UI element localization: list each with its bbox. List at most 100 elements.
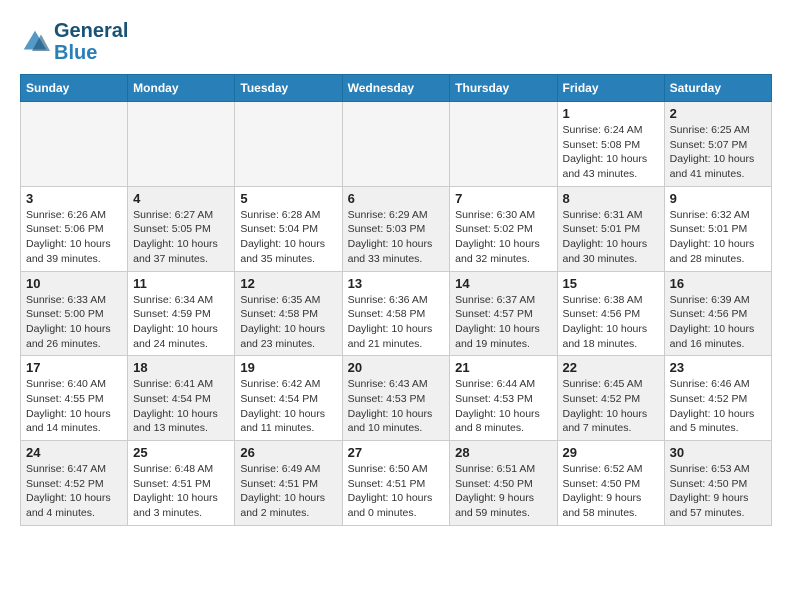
calendar-cell: 4 Sunrise: 6:27 AM Sunset: 5:05 PM Daylig… (128, 186, 235, 271)
day-number: 21 (455, 360, 551, 375)
day-number: 1 (563, 106, 659, 121)
weekday-header-friday: Friday (557, 75, 664, 102)
day-info: Sunrise: 6:43 AM Sunset: 4:53 PM Dayligh… (348, 377, 445, 436)
calendar-week-4: 24 Sunrise: 6:47 AM Sunset: 4:52 PM Dayli… (21, 441, 772, 526)
day-number: 23 (670, 360, 766, 375)
day-info: Sunrise: 6:24 AM Sunset: 5:08 PM Dayligh… (563, 123, 659, 182)
day-number: 11 (133, 276, 229, 291)
weekday-header-sunday: Sunday (21, 75, 128, 102)
day-number: 2 (670, 106, 766, 121)
day-info: Sunrise: 6:29 AM Sunset: 5:03 PM Dayligh… (348, 208, 445, 267)
day-number: 17 (26, 360, 122, 375)
calendar-cell: 14Sunrise: 6:37 AM Sunset: 4:57 PM Dayli… (450, 271, 557, 356)
day-info: Sunrise: 6:36 AM Sunset: 4:58 PM Dayligh… (348, 293, 445, 352)
weekday-header-saturday: Saturday (664, 75, 771, 102)
day-number: 18 (133, 360, 229, 375)
weekday-header-thursday: Thursday (450, 75, 557, 102)
calendar-cell: 5 Sunrise: 6:28 AM Sunset: 5:04 PM Daylig… (235, 186, 342, 271)
calendar-cell: 1 Sunrise: 6:24 AM Sunset: 5:08 PM Daylig… (557, 102, 664, 187)
calendar-cell: 19 Sunrise: 6:42 AM Sunset: 4:54 PM Dayli… (235, 356, 342, 441)
calendar-cell: 22 Sunrise: 6:45 AM Sunset: 4:52 PM Dayli… (557, 356, 664, 441)
day-info: Sunrise: 6:52 AM Sunset: 4:50 PM Dayligh… (563, 462, 659, 521)
day-info: Sunrise: 6:40 AM Sunset: 4:55 PM Dayligh… (26, 377, 122, 436)
calendar-cell: 12Sunrise: 6:35 AM Sunset: 4:58 PM Dayli… (235, 271, 342, 356)
day-number: 16 (670, 276, 766, 291)
calendar-cell: 15Sunrise: 6:38 AM Sunset: 4:56 PM Dayli… (557, 271, 664, 356)
day-info: Sunrise: 6:47 AM Sunset: 4:52 PM Dayligh… (26, 462, 122, 521)
calendar-cell: 26 Sunrise: 6:49 AM Sunset: 4:51 PM Dayli… (235, 441, 342, 526)
day-info: Sunrise: 6:42 AM Sunset: 4:54 PM Dayligh… (240, 377, 336, 436)
day-number: 6 (348, 191, 445, 206)
calendar-cell: 3Sunrise: 6:26 AM Sunset: 5:06 PM Daylig… (21, 186, 128, 271)
calendar-cell: 27 Sunrise: 6:50 AM Sunset: 4:51 PM Dayli… (342, 441, 450, 526)
calendar-week-3: 17 Sunrise: 6:40 AM Sunset: 4:55 PM Dayli… (21, 356, 772, 441)
day-number: 8 (563, 191, 659, 206)
day-number: 5 (240, 191, 336, 206)
calendar-cell: 20 Sunrise: 6:43 AM Sunset: 4:53 PM Dayli… (342, 356, 450, 441)
calendar-cell: 29 Sunrise: 6:52 AM Sunset: 4:50 PM Dayli… (557, 441, 664, 526)
day-info: Sunrise: 6:46 AM Sunset: 4:52 PM Dayligh… (670, 377, 766, 436)
calendar-cell: 11 Sunrise: 6:34 AM Sunset: 4:59 PM Dayli… (128, 271, 235, 356)
day-info: Sunrise: 6:28 AM Sunset: 5:04 PM Dayligh… (240, 208, 336, 267)
day-number: 7 (455, 191, 551, 206)
calendar-cell: 18Sunrise: 6:41 AM Sunset: 4:54 PM Dayli… (128, 356, 235, 441)
calendar-table: SundayMondayTuesdayWednesdayThursdayFrid… (20, 74, 772, 526)
calendar-cell: 17 Sunrise: 6:40 AM Sunset: 4:55 PM Dayli… (21, 356, 128, 441)
day-info: Sunrise: 6:48 AM Sunset: 4:51 PM Dayligh… (133, 462, 229, 521)
day-info: Sunrise: 6:50 AM Sunset: 4:51 PM Dayligh… (348, 462, 445, 521)
day-info: Sunrise: 6:51 AM Sunset: 4:50 PM Dayligh… (455, 462, 551, 521)
day-info: Sunrise: 6:53 AM Sunset: 4:50 PM Dayligh… (670, 462, 766, 521)
day-info: Sunrise: 6:38 AM Sunset: 4:56 PM Dayligh… (563, 293, 659, 352)
day-number: 14 (455, 276, 551, 291)
calendar-cell: 10 Sunrise: 6:33 AM Sunset: 5:00 PM Dayli… (21, 271, 128, 356)
calendar-cell: 6 Sunrise: 6:29 AM Sunset: 5:03 PM Daylig… (342, 186, 450, 271)
day-number: 24 (26, 445, 122, 460)
calendar-week-0: 1 Sunrise: 6:24 AM Sunset: 5:08 PM Daylig… (21, 102, 772, 187)
weekday-header-row: SundayMondayTuesdayWednesdayThursdayFrid… (21, 75, 772, 102)
day-number: 3 (26, 191, 122, 206)
calendar-week-2: 10 Sunrise: 6:33 AM Sunset: 5:00 PM Dayli… (21, 271, 772, 356)
day-number: 9 (670, 191, 766, 206)
day-number: 29 (563, 445, 659, 460)
day-number: 13 (348, 276, 445, 291)
calendar-cell: 8Sunrise: 6:31 AM Sunset: 5:01 PM Daylig… (557, 186, 664, 271)
logo-text-line2: Blue (54, 42, 128, 64)
calendar-cell: 16Sunrise: 6:39 AM Sunset: 4:56 PM Dayli… (664, 271, 771, 356)
day-number: 27 (348, 445, 445, 460)
day-number: 22 (563, 360, 659, 375)
weekday-header-wednesday: Wednesday (342, 75, 450, 102)
day-info: Sunrise: 6:44 AM Sunset: 4:53 PM Dayligh… (455, 377, 551, 436)
weekday-header-monday: Monday (128, 75, 235, 102)
day-number: 19 (240, 360, 336, 375)
day-number: 20 (348, 360, 445, 375)
calendar-cell: 13 Sunrise: 6:36 AM Sunset: 4:58 PM Dayli… (342, 271, 450, 356)
calendar-cell: 23 Sunrise: 6:46 AM Sunset: 4:52 PM Dayli… (664, 356, 771, 441)
calendar-cell (235, 102, 342, 187)
calendar-cell (128, 102, 235, 187)
calendar-cell: 24 Sunrise: 6:47 AM Sunset: 4:52 PM Dayli… (21, 441, 128, 526)
day-info: Sunrise: 6:45 AM Sunset: 4:52 PM Dayligh… (563, 377, 659, 436)
day-info: Sunrise: 6:33 AM Sunset: 5:00 PM Dayligh… (26, 293, 122, 352)
calendar-cell (450, 102, 557, 187)
day-info: Sunrise: 6:30 AM Sunset: 5:02 PM Dayligh… (455, 208, 551, 267)
day-info: Sunrise: 6:34 AM Sunset: 4:59 PM Dayligh… (133, 293, 229, 352)
logo: General Blue (20, 20, 128, 64)
day-number: 10 (26, 276, 122, 291)
day-info: Sunrise: 6:49 AM Sunset: 4:51 PM Dayligh… (240, 462, 336, 521)
day-info: Sunrise: 6:35 AM Sunset: 4:58 PM Dayligh… (240, 293, 336, 352)
day-info: Sunrise: 6:32 AM Sunset: 5:01 PM Dayligh… (670, 208, 766, 267)
day-number: 4 (133, 191, 229, 206)
calendar-cell (342, 102, 450, 187)
page-header: General Blue (20, 20, 772, 64)
logo-text-line1: General (54, 20, 128, 42)
day-number: 30 (670, 445, 766, 460)
calendar-cell: 9 Sunrise: 6:32 AM Sunset: 5:01 PM Daylig… (664, 186, 771, 271)
calendar-week-1: 3Sunrise: 6:26 AM Sunset: 5:06 PM Daylig… (21, 186, 772, 271)
day-number: 26 (240, 445, 336, 460)
calendar-cell: 28Sunrise: 6:51 AM Sunset: 4:50 PM Dayli… (450, 441, 557, 526)
weekday-header-tuesday: Tuesday (235, 75, 342, 102)
calendar-cell: 2 Sunrise: 6:25 AM Sunset: 5:07 PM Daylig… (664, 102, 771, 187)
day-info: Sunrise: 6:27 AM Sunset: 5:05 PM Dayligh… (133, 208, 229, 267)
calendar-cell: 21 Sunrise: 6:44 AM Sunset: 4:53 PM Dayli… (450, 356, 557, 441)
day-info: Sunrise: 6:25 AM Sunset: 5:07 PM Dayligh… (670, 123, 766, 182)
